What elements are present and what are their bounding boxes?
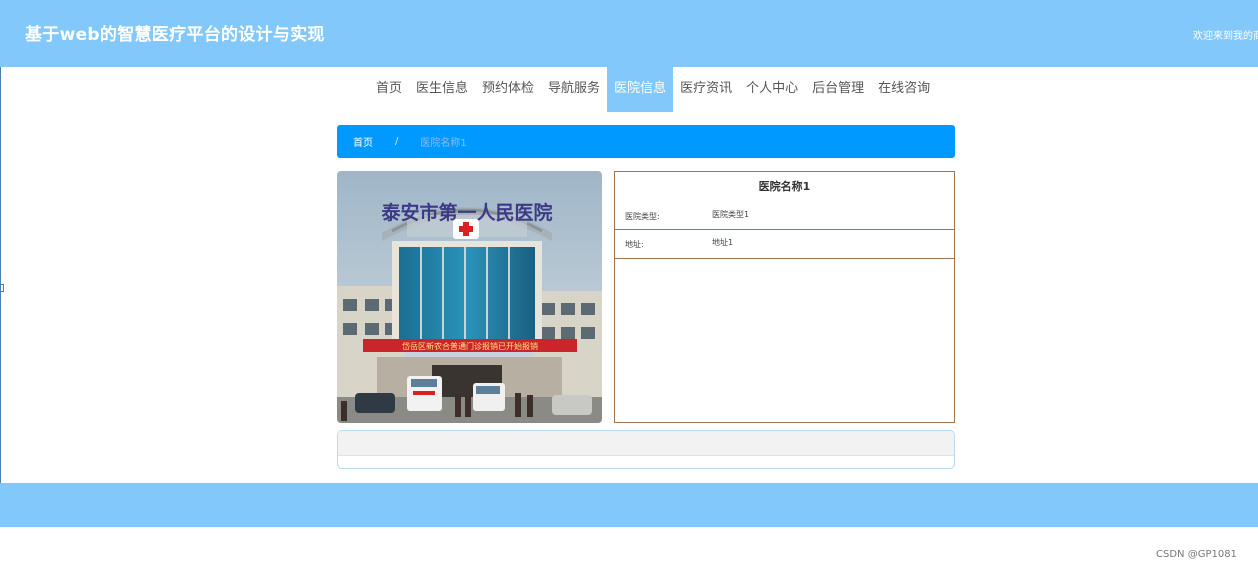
nav-hospital-info[interactable]: 医院信息 xyxy=(607,67,674,112)
breadcrumb: 首页 / 医院名称1 xyxy=(337,125,955,158)
site-title: 基于web的智慧医疗平台的设计与实现 xyxy=(25,25,325,45)
hospital-banner-text: 岱岳区新农合普通门诊报销已开始报销 xyxy=(402,341,538,351)
hospital-building-icon: 泰安市第一人民医院 岱岳区新农合普通门诊报销已开始报销 xyxy=(337,171,602,423)
breadcrumb-home-link[interactable]: 首页 xyxy=(353,134,373,149)
site-footer xyxy=(0,483,1258,527)
address-label: 地址: xyxy=(625,240,644,249)
main-nav: 首页 医生信息 预约体检 导航服务 医院信息 医疗资讯 个人中心 后台管理 在线… xyxy=(369,67,937,112)
nav-medical-news[interactable]: 医疗资讯 xyxy=(673,67,739,112)
hospital-name-title: 医院名称1 xyxy=(758,180,811,193)
nav-admin[interactable]: 后台管理 xyxy=(805,67,871,112)
nav-doctor-info[interactable]: 医生信息 xyxy=(409,67,475,112)
nav-home[interactable]: 首页 xyxy=(369,67,409,112)
site-header: 基于web的智慧医疗平台的设计与实现 欢迎来到我的商 xyxy=(0,0,1258,67)
hospital-type-value: 医院类型1 xyxy=(712,210,750,219)
info-row-hospital-type: 医院类型: 医院类型1 xyxy=(615,202,954,230)
page-left-edge xyxy=(0,67,1,483)
hospital-type-label: 医院类型: xyxy=(625,212,660,221)
nav-personal-center[interactable]: 个人中心 xyxy=(739,67,805,112)
csdn-watermark: CSDN @GP1081 xyxy=(1156,549,1237,560)
nav-book-checkup[interactable]: 预约体检 xyxy=(475,67,541,112)
detail-content-panel xyxy=(337,430,955,469)
left-resize-handle[interactable] xyxy=(0,284,4,292)
welcome-text: 欢迎来到我的商 xyxy=(1193,31,1258,42)
nav-online-consult[interactable]: 在线咨询 xyxy=(871,67,937,112)
hospital-info-box: 医院名称1 医院类型: 医院类型1 地址: 地址1 xyxy=(614,171,955,423)
breadcrumb-current: 医院名称1 xyxy=(420,138,467,149)
address-value: 地址1 xyxy=(712,238,734,247)
hospital-photo: 泰安市第一人民医院 岱岳区新农合普通门诊报销已开始报销 xyxy=(337,171,602,423)
breadcrumb-separator: / xyxy=(395,136,399,147)
nav-navigation-service[interactable]: 导航服务 xyxy=(541,67,607,112)
content-panel-header xyxy=(338,431,954,456)
info-row-address: 地址: 地址1 xyxy=(615,230,954,259)
